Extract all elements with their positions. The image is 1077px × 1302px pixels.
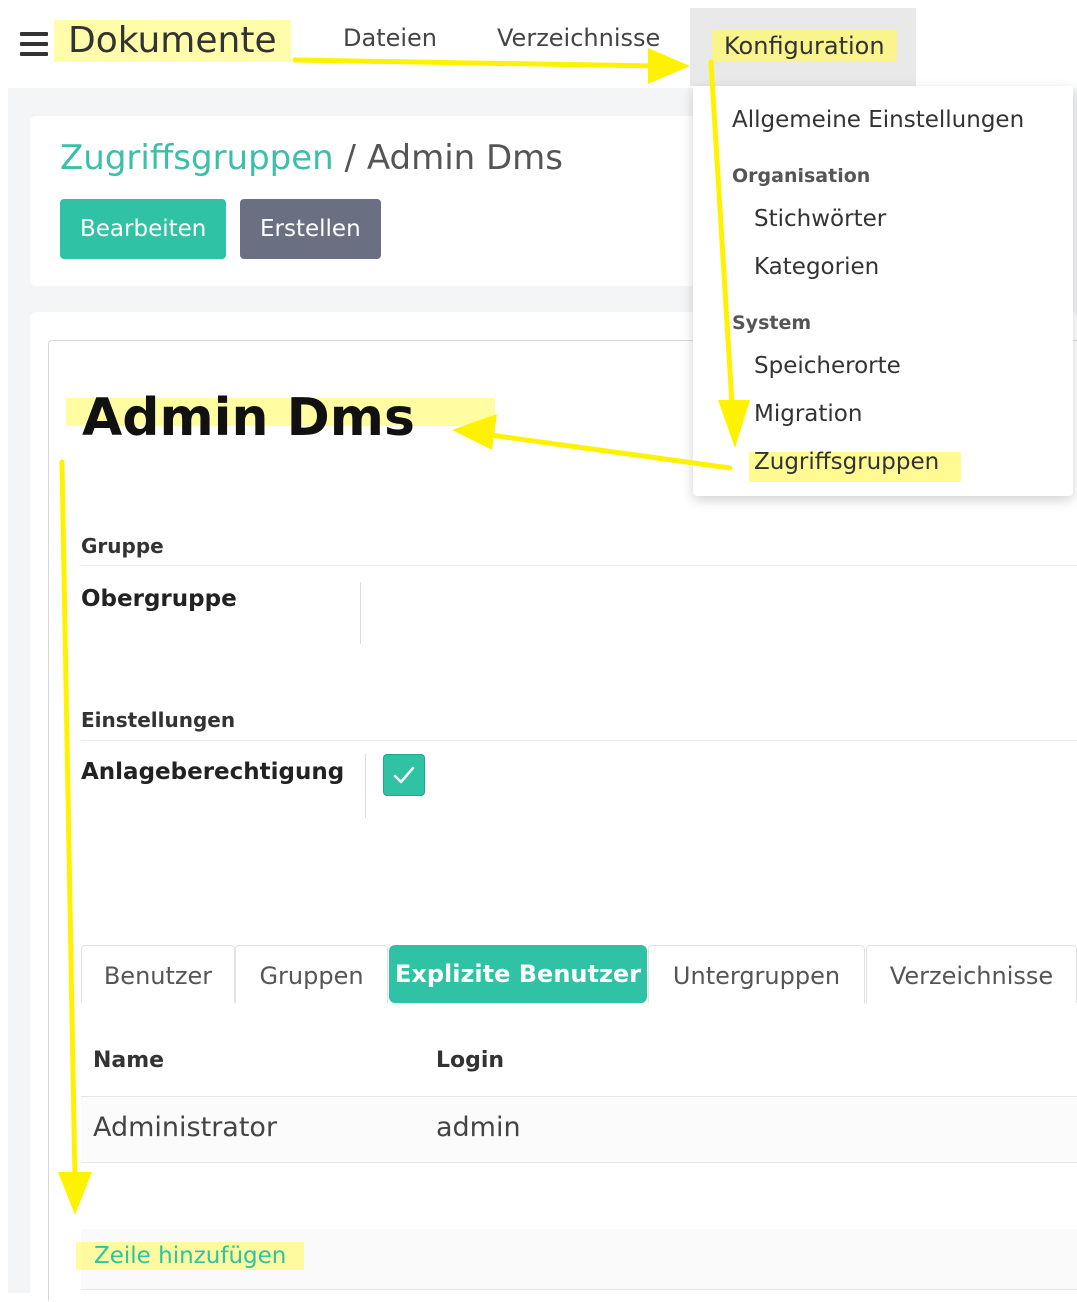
column-header-login[interactable]: Login [436,1048,504,1073]
breadcrumb: Zugriffsgruppen / Admin Dms [60,138,563,178]
tab-untergruppen[interactable]: Untergruppen [648,945,865,1003]
nav-konfiguration[interactable]: Konfiguration [690,8,916,86]
tab-gruppen[interactable]: Gruppen [235,945,388,1003]
app-brand[interactable]: Dokumente [54,20,291,62]
section-gruppe: Gruppe [81,534,164,558]
header-card: Zugriffsgruppen / Admin Dms Bearbeiten E… [30,116,730,286]
table-row-rule [81,1162,1077,1163]
menu-item-speicherorte[interactable]: Speicherorte [754,353,901,379]
menu-item-zugriffsgruppen[interactable]: Zugriffsgruppen [754,449,939,475]
cell-name: Administrator [93,1112,278,1143]
breadcrumb-separator: / [344,138,357,178]
menu-item-kategorien[interactable]: Kategorien [754,254,879,280]
field-divider [360,582,361,644]
section-gruppe-rule [81,565,1077,566]
cell-login: admin [436,1112,521,1143]
table-bottom-rule [81,1289,1077,1290]
tab-explizite-benutzer[interactable]: Explizite Benutzer [389,945,647,1003]
create-permission-checkbox[interactable] [383,754,425,796]
nav-konfiguration-label: Konfiguration [712,30,897,62]
nav-verzeichnisse[interactable]: Verzeichnisse [497,24,660,52]
menu-item-allgemeine-einstellungen[interactable]: Allgemeine Einstellungen [732,107,1024,133]
field-label-anlageberechtigung: Anlageberechtigung [81,759,345,785]
column-header-name[interactable]: Name [93,1048,164,1073]
add-row-link[interactable]: Zeile hinzufügen [76,1242,305,1270]
menu-item-migration[interactable]: Migration [754,401,862,427]
field-label-obergruppe: Obergruppe [81,586,237,612]
breadcrumb-link-zugriffsgruppen[interactable]: Zugriffsgruppen [60,138,334,178]
check-icon [393,766,415,784]
create-button[interactable]: Erstellen [240,199,381,259]
section-einstellungen-rule [81,740,1077,741]
hamburger-icon[interactable] [20,32,48,56]
konfiguration-dropdown-menu [693,86,1073,496]
edit-button[interactable]: Bearbeiten [60,199,227,259]
menu-section-organisation: Organisation [732,165,871,187]
tab-benutzer[interactable]: Benutzer [81,945,235,1003]
menu-section-system: System [732,312,812,334]
field-divider [365,754,366,818]
top-bar: Dokumente Dateien Verzeichnisse Konfigur… [0,0,1077,88]
nav-dateien[interactable]: Dateien [343,24,437,52]
menu-item-stichwoerter[interactable]: Stichwörter [754,206,886,232]
record-title: Admin Dms [66,392,495,444]
breadcrumb-current: Admin Dms [366,138,564,178]
tab-verzeichnisse[interactable]: Verzeichnisse [866,945,1077,1003]
section-einstellungen: Einstellungen [81,708,236,732]
